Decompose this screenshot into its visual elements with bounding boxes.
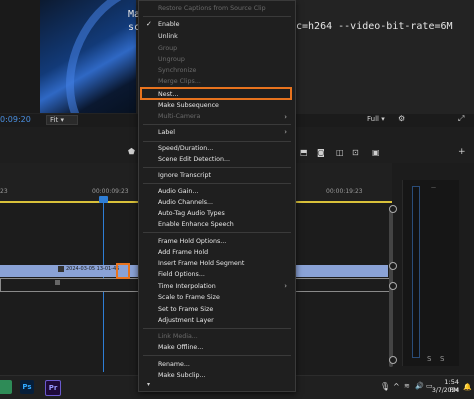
button-editor-icon[interactable]: ▣ — [372, 148, 380, 157]
scroll-down-arrow-icon[interactable]: ▾ — [147, 381, 150, 388]
submenu-arrow-icon: › — [284, 128, 287, 136]
menu-item-make-subsequence[interactable]: Make Subsequence — [139, 100, 295, 111]
clock-date[interactable]: 3/7/2024 — [431, 387, 459, 394]
ruler-label: 00:00:09:23 — [92, 188, 129, 195]
vr-icon[interactable]: ⊡ — [352, 148, 359, 157]
menu-item-ignore-transcript[interactable]: Ignore Transcript — [139, 170, 295, 181]
menu-item-field-options[interactable]: Field Options... — [139, 269, 295, 280]
source-thumbnail — [0, 0, 40, 113]
ruler-label: 00:00:19:23 — [326, 188, 363, 195]
menu-item-audio-gain[interactable]: Audio Gain... — [139, 186, 295, 197]
audio-clip-icon — [55, 280, 60, 285]
submenu-arrow-icon: › — [284, 282, 287, 290]
solo-button[interactable]: S — [440, 355, 444, 363]
menu-divider — [143, 328, 291, 329]
menu-item-speed-duration[interactable]: Speed/Duration... — [139, 143, 295, 154]
quality-value: Full — [367, 115, 379, 123]
clip-fx-badge-highlight — [116, 263, 130, 279]
menu-item-add-frame-hold[interactable]: Add Frame Hold — [139, 247, 295, 258]
video-preview — [40, 0, 136, 113]
menu-item-audio-channels[interactable]: Audio Channels... — [139, 197, 295, 208]
menu-item-enhance-speech[interactable]: Enable Enhance Speech — [139, 219, 295, 230]
menu-divider — [143, 167, 291, 168]
ps-label: Ps — [22, 383, 32, 391]
export-frame-icon[interactable]: ◙ — [317, 148, 325, 157]
wifi-icon[interactable]: ≋ — [404, 382, 410, 390]
menu-divider — [143, 232, 291, 233]
chevron-up-icon[interactable]: ^ — [393, 382, 400, 391]
menu-item-scale-to-frame[interactable]: Scale to Frame Size — [139, 292, 295, 303]
audio-meter-panel — [402, 180, 459, 366]
playhead-handle[interactable] — [99, 196, 108, 203]
clip-fx-icon — [58, 266, 64, 272]
add-icon[interactable]: + — [458, 147, 466, 157]
menu-item-link-media: Link Media... — [158, 333, 198, 340]
audio-meter — [412, 186, 420, 358]
volume-icon[interactable]: 🔊 — [415, 382, 424, 390]
menu-item-adjustment-layer[interactable]: Adjustment Layer — [139, 315, 295, 326]
scroll-handle[interactable] — [389, 262, 397, 270]
notification-icon[interactable]: 🔔 — [463, 383, 472, 391]
microphone-icon[interactable]: 🎙 — [380, 382, 390, 391]
lift-icon[interactable]: ⬒ — [300, 148, 308, 157]
premiere-icon[interactable]: Pr — [45, 380, 61, 396]
scroll-handle[interactable] — [389, 282, 397, 290]
menu-item-ungroup: Ungroup — [158, 56, 185, 63]
menu-item-set-to-frame[interactable]: Set to Frame Size — [139, 304, 295, 315]
menu-item-make-subclip[interactable]: Make Subclip... — [139, 370, 295, 381]
zoom-dropdown[interactable]: Fit ▾ — [46, 115, 78, 125]
solo-button[interactable]: S — [427, 355, 431, 363]
settings-icon[interactable]: ⚙ — [398, 114, 405, 123]
menu-item-auto-tag-audio[interactable]: Auto-Tag Audio Types — [139, 208, 295, 219]
compare-icon[interactable]: ◫ — [336, 148, 344, 157]
menu-item-make-offline[interactable]: Make Offline... — [139, 342, 295, 353]
expand-icon[interactable]: ⤢ — [458, 114, 464, 124]
menu-item-enable[interactable]: Enable — [139, 19, 295, 30]
chevron-down-icon: ▾ — [381, 115, 385, 123]
zoom-value: Fit — [50, 116, 59, 124]
menu-divider — [143, 355, 291, 356]
ruler-label: 23 — [0, 188, 8, 195]
marker-icon[interactable]: ⬟ — [128, 147, 135, 156]
menu-item-frame-hold-options[interactable]: Frame Hold Options... — [139, 236, 295, 247]
meter-scale-top: — — [431, 185, 436, 191]
menu-item-synchronize: Synchronize — [158, 67, 197, 74]
submenu-arrow-icon: › — [284, 113, 287, 121]
nest-highlight-box — [140, 87, 292, 100]
menu-item-insert-frame-hold[interactable]: Insert Frame Hold Segment — [139, 258, 295, 269]
menu-item-unlink[interactable]: Unlink — [139, 31, 295, 42]
menu-item-scene-edit-detection[interactable]: Scene Edit Detection... — [139, 154, 295, 165]
menu-item-restore-captions: Restore Captions from Source Clip — [158, 5, 266, 12]
menu-item-group: Group — [158, 45, 178, 52]
menu-divider — [143, 183, 291, 184]
menu-item-rename[interactable]: Rename... — [139, 359, 295, 370]
scroll-handle-top[interactable] — [389, 205, 397, 213]
terminal-command: c=h264 --video-bit-rate=6M — [296, 21, 453, 32]
menu-divider — [143, 124, 291, 125]
menu-divider — [143, 16, 291, 17]
timecode[interactable]: 0:09:20 — [0, 115, 31, 124]
scroll-handle-bottom[interactable] — [389, 356, 397, 364]
chevron-down-icon: ▾ — [60, 116, 64, 124]
app-icon[interactable] — [0, 380, 12, 394]
quality-dropdown[interactable]: Full ▾ — [367, 115, 385, 123]
menu-item-label[interactable]: Label — [139, 127, 295, 138]
clip-label: 2024-03-05 13-01-45 — [66, 266, 120, 272]
menu-item-multi-camera: Multi-Camera — [158, 113, 201, 120]
context-menu: Restore Captions from Source Clip ✓ Enab… — [138, 0, 296, 392]
pr-label: Pr — [48, 384, 58, 392]
photoshop-icon[interactable]: Ps — [20, 380, 34, 394]
menu-divider — [143, 141, 291, 142]
menu-item-merge-clips: Merge Clips... — [158, 78, 201, 85]
menu-item-time-interpolation[interactable]: Time Interpolation — [139, 281, 295, 292]
